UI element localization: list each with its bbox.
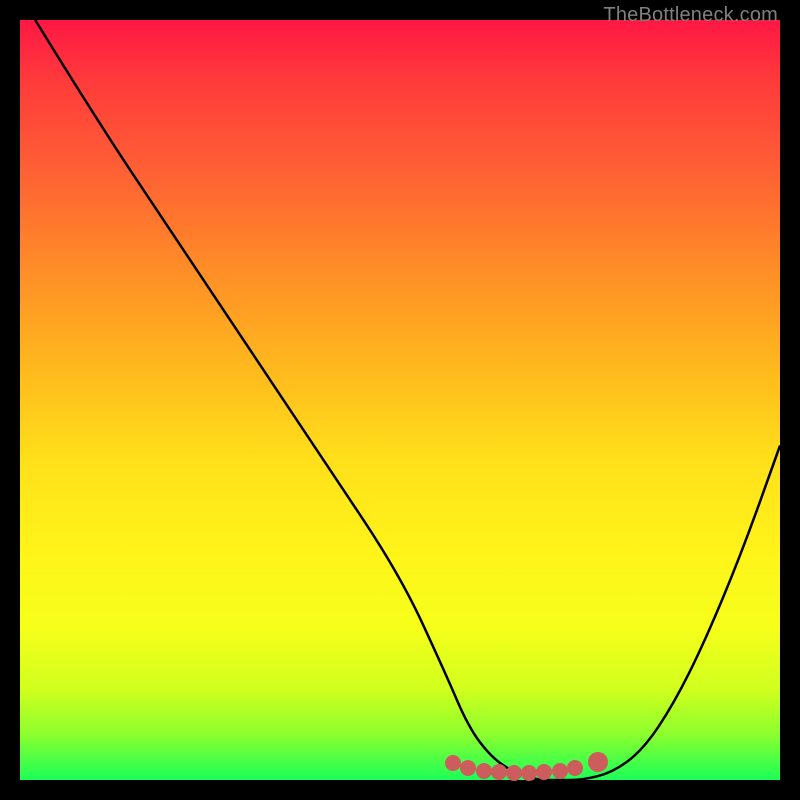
marker-dot [536, 764, 552, 780]
marker-dot [506, 765, 522, 781]
marker-dot [552, 763, 568, 779]
marker-dot [460, 760, 476, 776]
marker-dot [521, 765, 537, 781]
plot-area [20, 20, 780, 780]
marker-dot [445, 755, 461, 771]
marker-dot [491, 764, 507, 780]
chart-container: TheBottleneck.com [0, 0, 800, 800]
watermark-text: TheBottleneck.com [603, 4, 778, 27]
curve-svg [20, 20, 780, 780]
curve-path [35, 20, 780, 780]
marker-dot [588, 752, 608, 772]
marker-dot [476, 763, 492, 779]
marker-dot [567, 760, 583, 776]
